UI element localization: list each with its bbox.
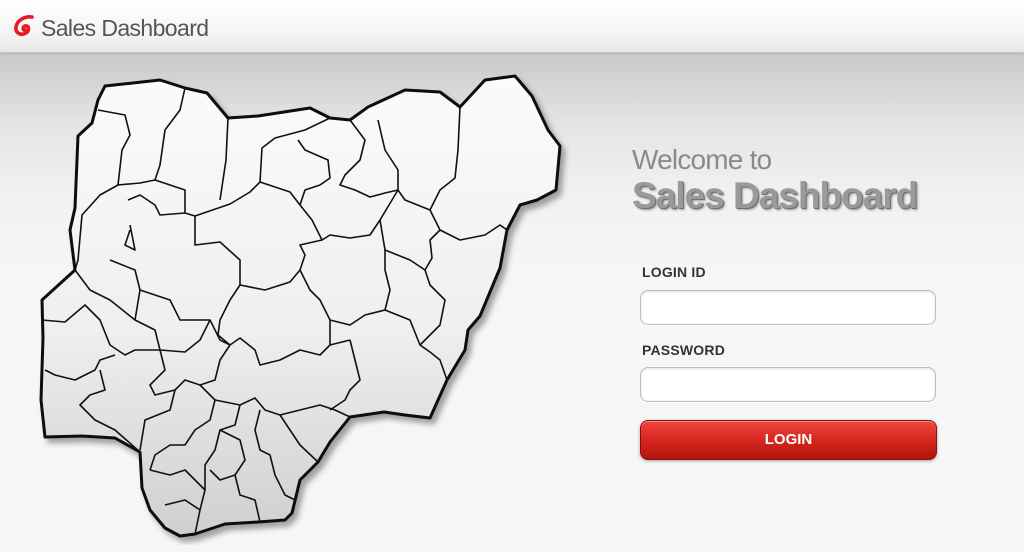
password-label: PASSWORD <box>642 342 726 358</box>
welcome-title: Sales Dashboard <box>632 175 918 216</box>
login-id-label: LOGIN ID <box>642 264 706 280</box>
top-bar: Sales Dashboard <box>0 0 1024 53</box>
nigeria-map-icon <box>39 74 562 538</box>
welcome-text: Welcome to <box>632 144 772 175</box>
password-input[interactable] <box>640 367 936 402</box>
map-outline <box>39 74 562 538</box>
brand-logo-icon <box>14 15 34 36</box>
app-title: Sales Dashboard <box>41 15 209 41</box>
login-button[interactable]: LOGIN <box>640 420 937 460</box>
login-id-input[interactable] <box>640 290 936 325</box>
